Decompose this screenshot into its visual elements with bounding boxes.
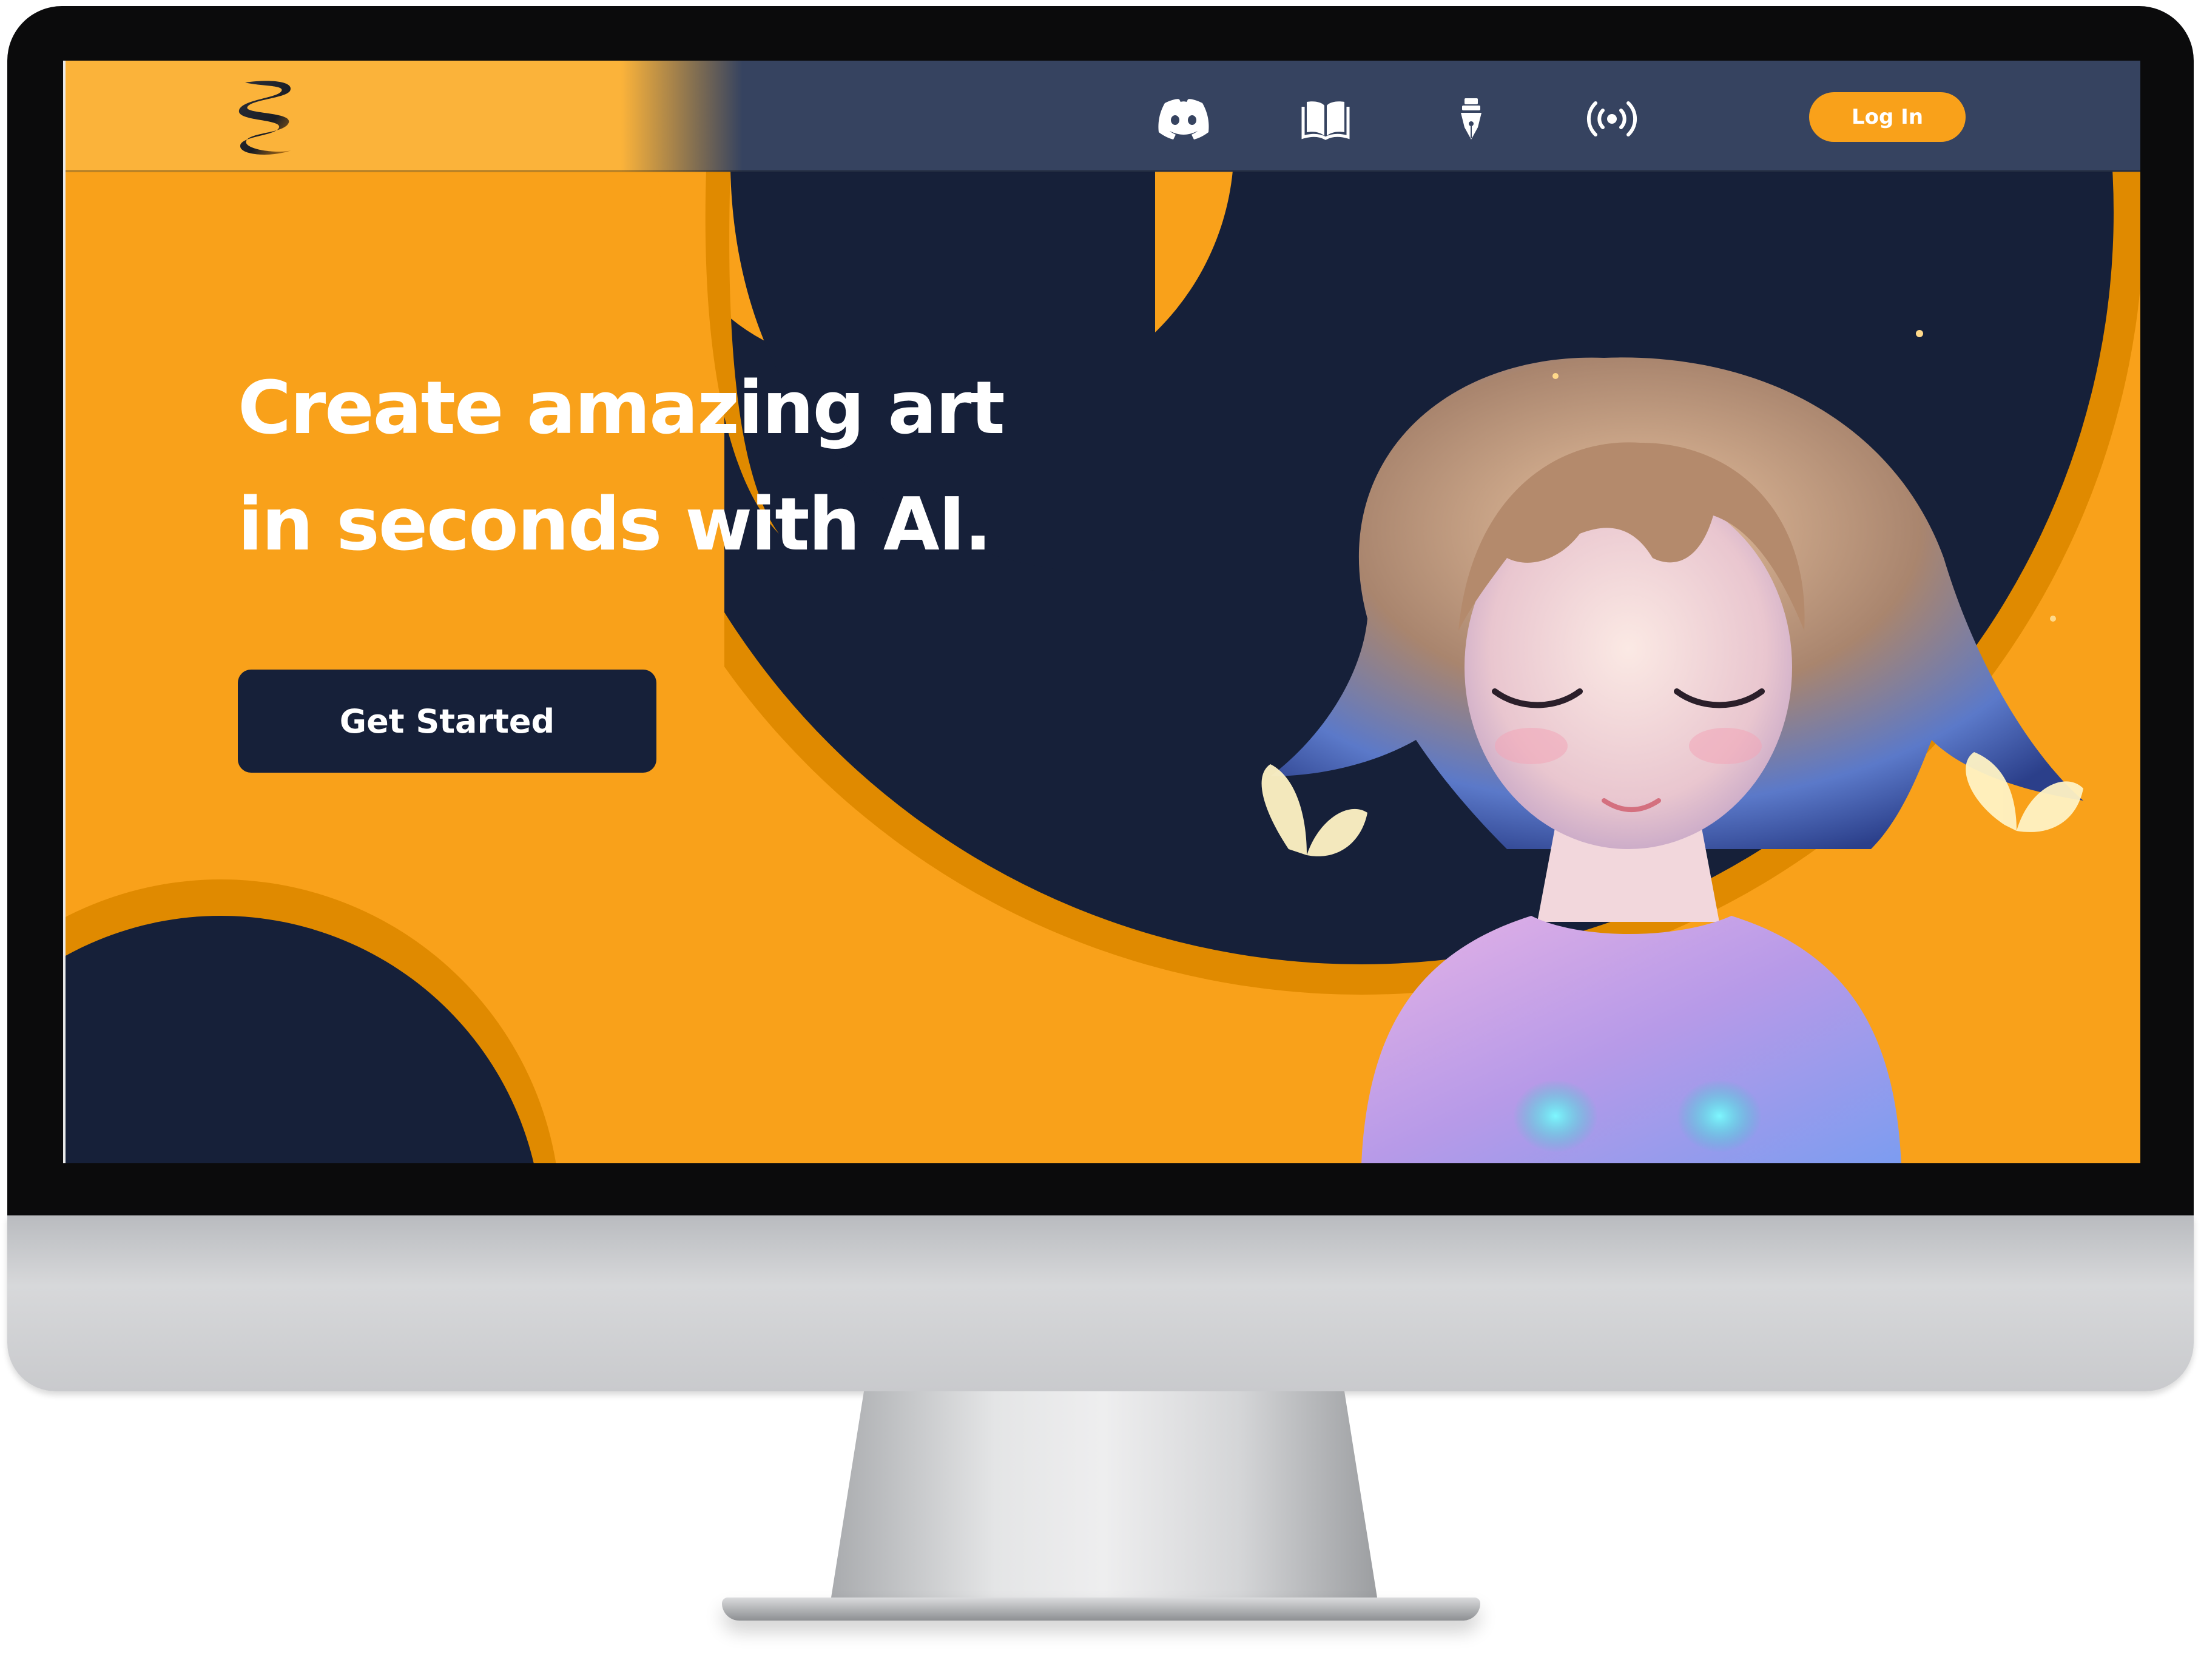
- monitor-stand: [831, 1391, 1377, 1598]
- book-icon[interactable]: [1298, 96, 1353, 142]
- get-started-button[interactable]: Get Started: [238, 670, 656, 773]
- website-screen: Log In Create amazing art in seconds wit…: [63, 61, 2140, 1163]
- anime-girl-with-butterflies-illustration: [1261, 330, 2083, 1163]
- stacked-s-logo[interactable]: [234, 78, 301, 156]
- monitor-stand-base: [722, 1598, 1480, 1621]
- pen-nib-icon[interactable]: [1444, 96, 1498, 142]
- hero-headline: Create amazing art in seconds with AI.: [238, 351, 1148, 583]
- monitor-chin: [7, 1215, 2194, 1391]
- top-navbar: Log In: [63, 61, 2140, 172]
- dress: [1361, 916, 1901, 1163]
- hero-headline-line-2: in seconds with AI.: [238, 483, 992, 567]
- navbar-brand-area: [63, 61, 852, 172]
- broadcast-icon[interactable]: [1585, 96, 1639, 142]
- butterfly-left: [1261, 764, 1367, 856]
- hero-headline-line-1: Create amazing art: [238, 366, 1005, 451]
- login-button[interactable]: Log In: [1809, 92, 1966, 142]
- discord-icon[interactable]: [1156, 96, 1211, 142]
